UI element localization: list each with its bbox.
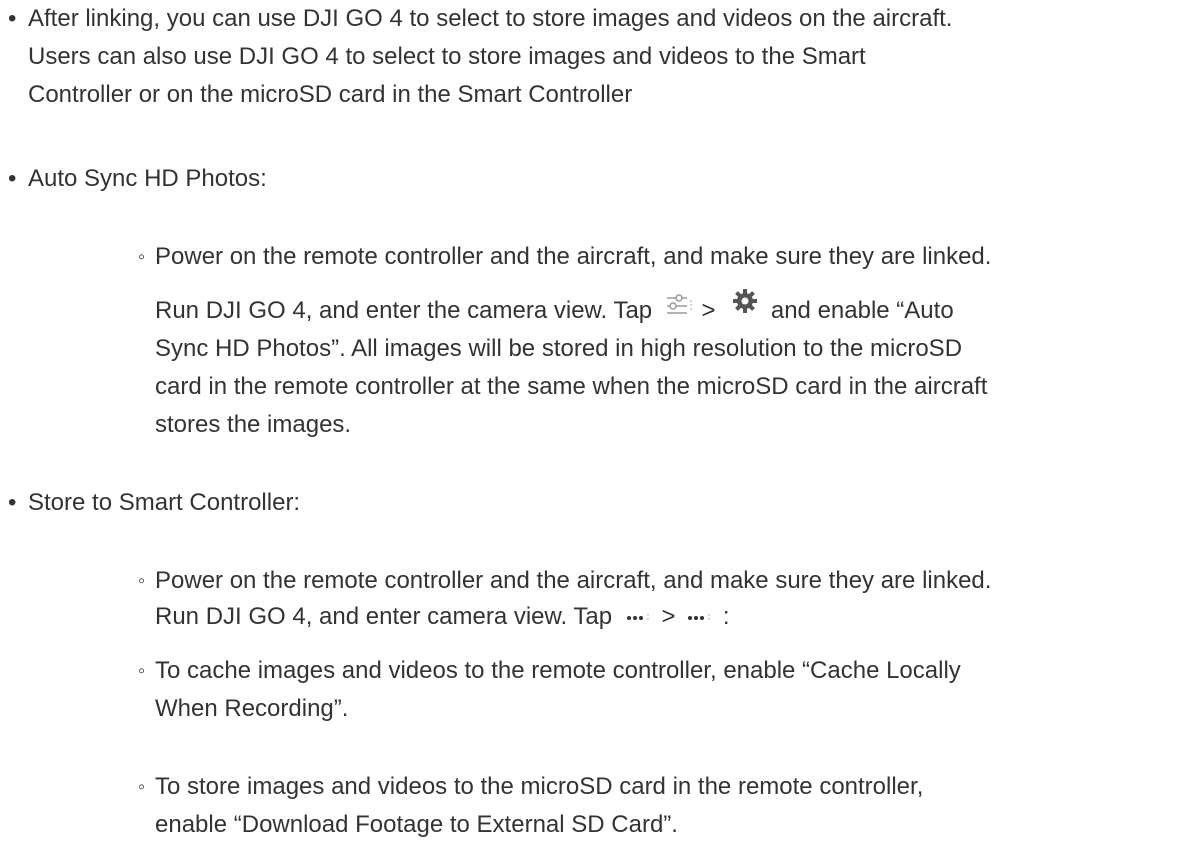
store-run-text-after: : [722, 603, 730, 630]
store-run-text: Run DJI GO 4, and enter camera view. Tap [155, 603, 613, 630]
auto-sync-step-line-1: Power on the remote controller and the a… [155, 243, 992, 270]
linking-line-2: Users can also use DJI GO 4 to select to… [28, 43, 866, 70]
sliders-icon [665, 292, 695, 318]
bullet-store: • Store to Smart Controller: [8, 484, 1183, 522]
auto-sync-run-text: Run DJI GO 4, and enter the camera view.… [155, 297, 653, 324]
auto-sync-run-line: Run DJI GO 4, and enter the camera view.… [155, 288, 1185, 330]
linking-line-1: After linking, you can use DJI GO 4 to s… [28, 5, 953, 32]
sub-bullet-mark: ◦ [138, 660, 146, 682]
manual-page: • After linking, you can use DJI GO 4 to… [0, 0, 1190, 843]
auto-sync-line-5: stores the images. [155, 411, 352, 438]
store-cache-line-1: To cache images and videos to the remote… [155, 657, 961, 684]
store-step: ◦ Power on the remote controller and the… [138, 562, 1183, 600]
auto-sync-line-4: card in the remote controller at the sam… [155, 373, 988, 400]
gear-icon [732, 288, 758, 314]
store-sd-step: ◦ To store images and videos to the micr… [138, 768, 1183, 844]
bullet-auto-sync: • Auto Sync HD Photos: [8, 160, 1183, 198]
auto-sync-step: ◦ Power on the remote controller and the… [138, 238, 1183, 276]
auto-sync-run-text-after: and enable “Auto [770, 297, 954, 324]
store-sd-line-1: To store images and videos to the microS… [155, 773, 924, 800]
bullet-mark: • [8, 489, 17, 516]
bullet-mark: • [8, 165, 17, 192]
bullet-mark: • [8, 5, 17, 32]
store-sd-line-2: enable “Download Footage to External SD … [155, 811, 678, 838]
store-separator: > [661, 603, 676, 630]
bullet-linking: • After linking, you can use DJI GO 4 to… [8, 0, 1183, 114]
store-cache-line-2: When Recording”. [155, 695, 349, 722]
auto-sync-line-3: Sync HD Photos”. All images will be stor… [155, 335, 963, 362]
store-cache-step: ◦ To cache images and videos to the remo… [138, 652, 1183, 728]
sub-bullet-mark: ◦ [138, 570, 146, 592]
more-dots-icon [686, 609, 716, 623]
store-heading: Store to Smart Controller: [28, 489, 301, 516]
auto-sync-separator: > [701, 297, 716, 324]
sub-bullet-mark: ◦ [138, 246, 146, 268]
store-step-line-1: Power on the remote controller and the a… [155, 567, 992, 594]
more-dots-icon [625, 609, 655, 623]
linking-line-3: Controller or on the microSD card in the… [28, 81, 633, 108]
store-run-line: Run DJI GO 4, and enter camera view. Tap… [155, 598, 1185, 636]
auto-sync-heading: Auto Sync HD Photos: [28, 165, 267, 192]
sub-bullet-mark: ◦ [138, 776, 146, 798]
